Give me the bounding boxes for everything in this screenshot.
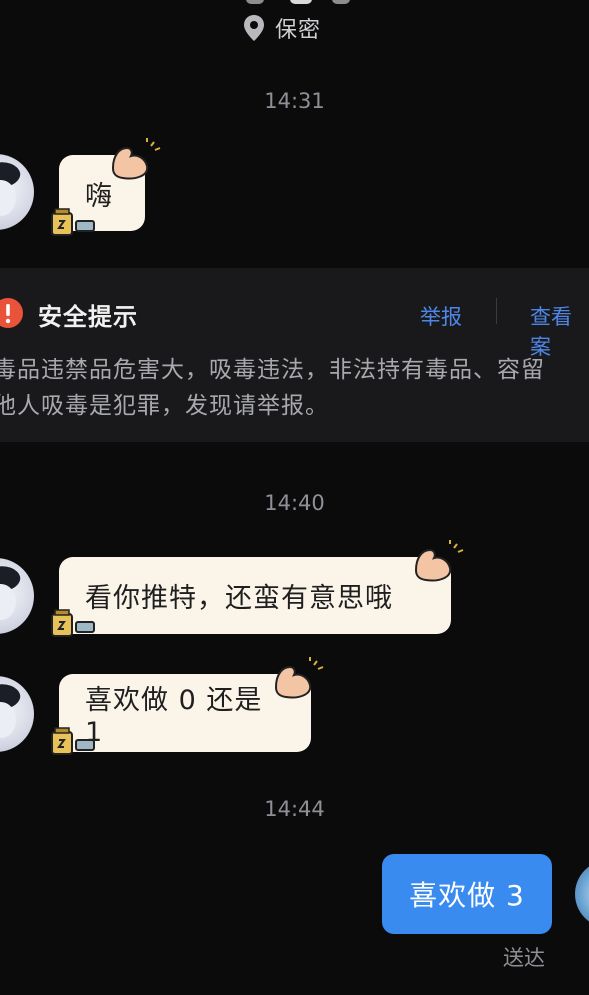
warning-icon (0, 298, 23, 328)
my-avatar[interactable] (575, 860, 589, 928)
timestamp: 14:40 (264, 491, 325, 515)
safety-line: 他人吸毒是犯罪，发现请举报。 (0, 393, 329, 419)
avatar[interactable] (0, 558, 34, 634)
location-label[interactable]: 保密 (243, 12, 321, 44)
safety-title: 安全提示 (38, 303, 138, 331)
message-text: 喜欢做 3 (409, 879, 525, 912)
avatar[interactable] (0, 676, 34, 752)
safety-notice: 安全提示 举报 查看案 毒品违禁品危害大，吸毒违法，非法持有毒品、容留 他人吸毒… (0, 268, 589, 442)
badge-bottle-icon (51, 609, 95, 637)
header-dot (332, 0, 350, 4)
divider (496, 298, 497, 324)
location-text: 保密 (275, 18, 322, 43)
safety-body: 毒品违禁品危害大，吸毒违法，非法持有毒品、容留 他人吸毒是犯罪，发现请举报。 (0, 352, 545, 424)
location-pin-icon (244, 15, 264, 41)
header-dot (246, 0, 264, 4)
message-bubble-own[interactable]: 喜欢做 3 (382, 854, 552, 934)
report-link[interactable]: 举报 (420, 301, 462, 331)
header-dot (290, 0, 312, 4)
timestamp: 14:44 (264, 797, 325, 821)
avatar[interactable] (0, 154, 34, 230)
chat-screen: 保密 14:31 嗨 安全提示 举报 查看案 毒品违禁品危害大，吸毒违法，非法持… (0, 0, 589, 995)
message-text: 看你推特，还蛮有意思哦 (85, 583, 393, 614)
badge-bottle-icon (51, 727, 95, 755)
flexed-arm-icon (414, 540, 464, 582)
badge-bottle-icon (51, 208, 95, 236)
header-remnant (0, 0, 589, 10)
message-bubble[interactable]: 看你推特，还蛮有意思哦 (59, 557, 451, 634)
flexed-arm-icon (274, 657, 324, 699)
delivery-status: 送达 (503, 946, 545, 970)
message-text: 喜欢做 0 还是 1 (85, 685, 263, 748)
timestamp: 14:31 (264, 89, 325, 113)
flexed-arm-icon (111, 138, 161, 180)
safety-line: 毒品违禁品危害大，吸毒违法，非法持有毒品、容留 (0, 357, 545, 383)
